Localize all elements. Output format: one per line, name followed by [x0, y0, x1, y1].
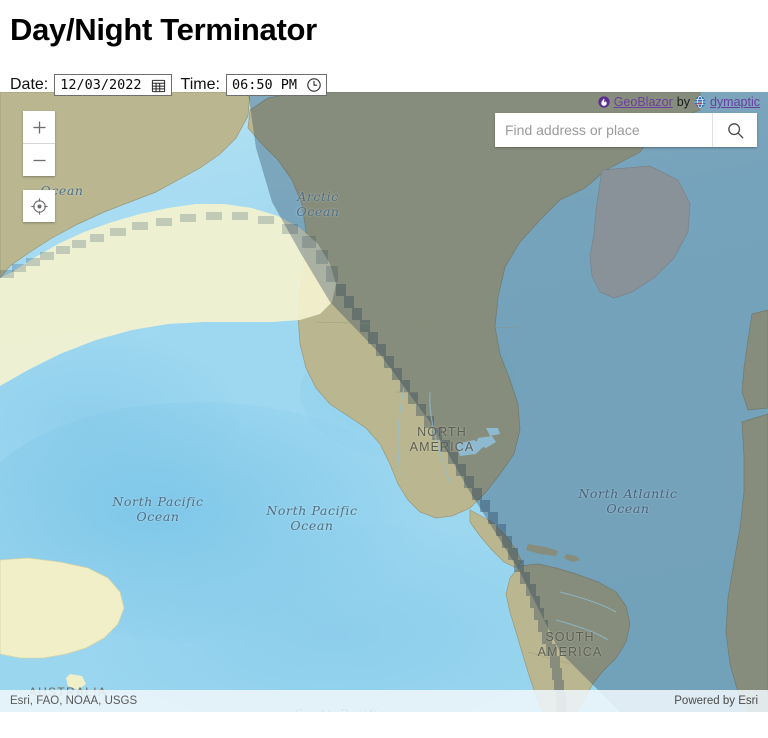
- zoom-out-button[interactable]: [23, 143, 55, 176]
- map-basemap: [0, 92, 768, 712]
- geoblazor-flame-icon: [598, 96, 610, 108]
- day-night-terminator-app: Day/Night Terminator Date: 12/03/2022 Ti…: [0, 0, 768, 738]
- time-field[interactable]: 06:50 PM: [225, 74, 327, 96]
- search-submit-button[interactable]: [712, 113, 757, 147]
- date-value: 12/03/2022: [60, 77, 142, 93]
- time-label: Time:: [180, 76, 220, 93]
- dymaptic-globe-icon: [694, 96, 706, 108]
- datetime-controls: Date: 12/03/2022 Time: 06:50 PM: [10, 72, 327, 98]
- search-input[interactable]: [495, 113, 712, 147]
- dymaptic-link[interactable]: dymaptic: [710, 95, 760, 109]
- date-label: Date:: [10, 76, 49, 93]
- attribution-sources: Esri, FAO, NOAA, USGS: [10, 695, 138, 707]
- map-attribution: Esri, FAO, NOAA, USGS Powered by Esri: [0, 690, 768, 712]
- search-widget: [495, 113, 757, 147]
- page-title: Day/Night Terminator: [10, 12, 317, 47]
- zoom-controls: [23, 111, 55, 176]
- clock-icon[interactable]: [305, 76, 323, 94]
- locate-crosshair-icon: [30, 197, 49, 216]
- branding-by-text: by: [676, 95, 690, 109]
- date-field[interactable]: 12/03/2022: [54, 74, 172, 96]
- search-icon: [726, 121, 745, 140]
- calendar-icon[interactable]: [150, 76, 168, 94]
- geoblazor-branding: GeoBlazor by dymaptic: [598, 93, 760, 111]
- locate-button[interactable]: [23, 190, 55, 222]
- zoom-in-button[interactable]: [23, 111, 55, 143]
- map-view[interactable]: Arctic Ocean Ocean North Pacific Ocean Nort…: [0, 92, 768, 712]
- geoblazor-link[interactable]: GeoBlazor: [614, 95, 673, 109]
- attribution-powered-by: Powered by Esri: [674, 695, 758, 707]
- time-value: 06:50 PM: [231, 77, 297, 93]
